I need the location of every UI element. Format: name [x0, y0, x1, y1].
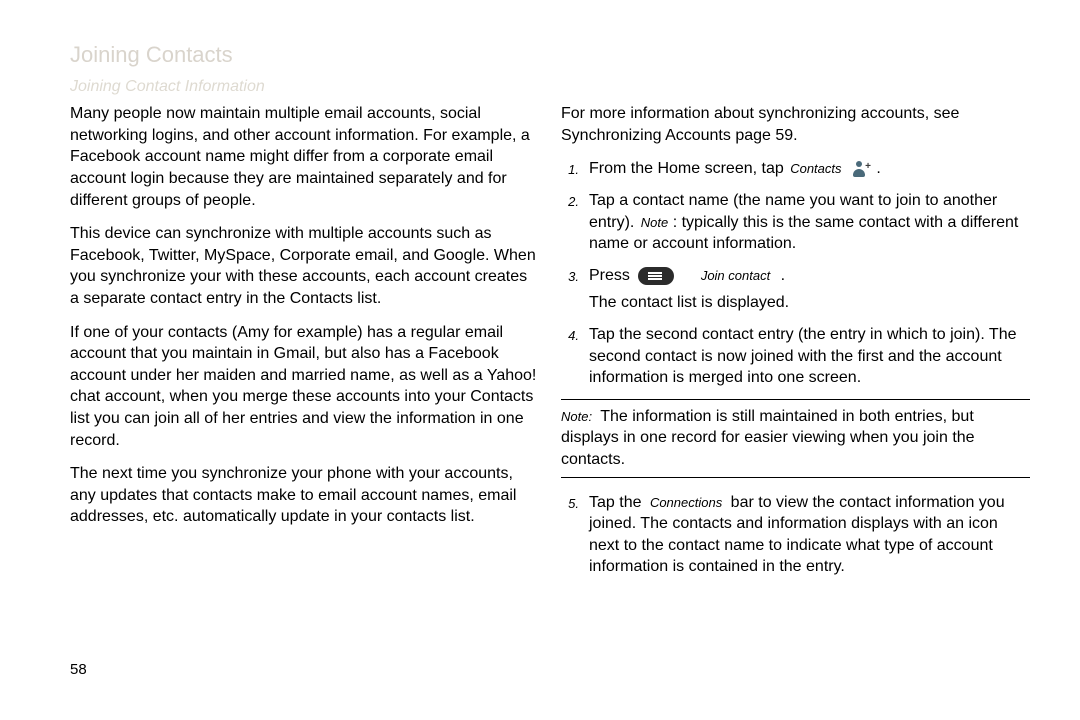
step-number: 5. — [561, 492, 579, 513]
text: page 59. — [735, 127, 797, 144]
text: From the Home screen, tap — [589, 160, 784, 177]
left-column: Many people now maintain multiple email … — [70, 103, 539, 588]
text: . — [781, 267, 785, 284]
text: Tap the — [589, 494, 641, 511]
text: Press — [589, 267, 630, 284]
note-text: The information is still maintained in b… — [561, 408, 975, 468]
ui-label-fragment: Connections — [650, 495, 722, 510]
note-fragment: Note — [641, 215, 668, 230]
body-paragraph: Many people now maintain multiple email … — [70, 103, 539, 211]
section-subheading: Joining Contact Information — [70, 76, 1030, 98]
list-item: 4. Tap the second contact entry (the ent… — [561, 324, 1030, 389]
note-block: Note: The information is still maintaine… — [561, 399, 1030, 478]
list-item: 1. From the Home screen, tap Contacts + … — [561, 158, 1030, 180]
ui-label-fragment: Contacts — [790, 161, 841, 176]
text: . — [876, 160, 880, 177]
step-body: Press Join contact . The contact list is… — [589, 265, 1030, 314]
step-body: Tap the Connections bar to view the cont… — [589, 492, 1030, 578]
text: for example) — [274, 324, 363, 341]
instruction-list-continued: 5. Tap the Connections bar to view the c… — [561, 492, 1030, 578]
note-label: Note: — [561, 409, 592, 424]
text: has a regular email account that you mai… — [70, 324, 536, 449]
body-paragraph: This device can synchronize with multipl… — [70, 223, 539, 309]
right-column: For more information about synchronizing… — [561, 103, 1030, 588]
contacts-icon: + — [851, 160, 869, 178]
step-number: 4. — [561, 324, 579, 345]
step-body: Tap the second contact entry (the entry … — [589, 324, 1030, 389]
list-item: 2. Tap a contact name (the name you want… — [561, 190, 1030, 255]
body-paragraph: If one of your contacts (Amy ith, Sm for… — [70, 322, 539, 452]
step-result: The contact list is displayed. — [589, 292, 1030, 314]
step-number: 1. — [561, 158, 579, 179]
page-number: 58 — [70, 660, 87, 680]
step-body: From the Home screen, tap Contacts + . — [589, 158, 1030, 180]
two-column-layout: Many people now maintain multiple email … — [70, 103, 1030, 588]
step-body: Tap a contact name (the name you want to… — [589, 190, 1030, 255]
instruction-list: 1. From the Home screen, tap Contacts + … — [561, 158, 1030, 388]
list-item: 5. Tap the Connections bar to view the c… — [561, 492, 1030, 578]
body-paragraph: The next time you synchronize your phone… — [70, 463, 539, 528]
step-number: 2. — [561, 190, 579, 211]
text: account information. — [652, 235, 796, 252]
text: groups of people. — [132, 192, 256, 209]
section-heading: Joining Contacts — [70, 40, 1030, 70]
ui-label-fragment: Join contact — [701, 268, 770, 283]
step-number: 3. — [561, 265, 579, 286]
menu-key-icon — [638, 267, 674, 285]
list-item: 3. Press Join contact . The contact list… — [561, 265, 1030, 314]
manual-page: Joining Contacts Joining Contact Informa… — [0, 0, 1080, 720]
body-paragraph: For more information about synchronizing… — [561, 103, 1030, 146]
text: If one of your contacts (Amy — [70, 324, 269, 341]
